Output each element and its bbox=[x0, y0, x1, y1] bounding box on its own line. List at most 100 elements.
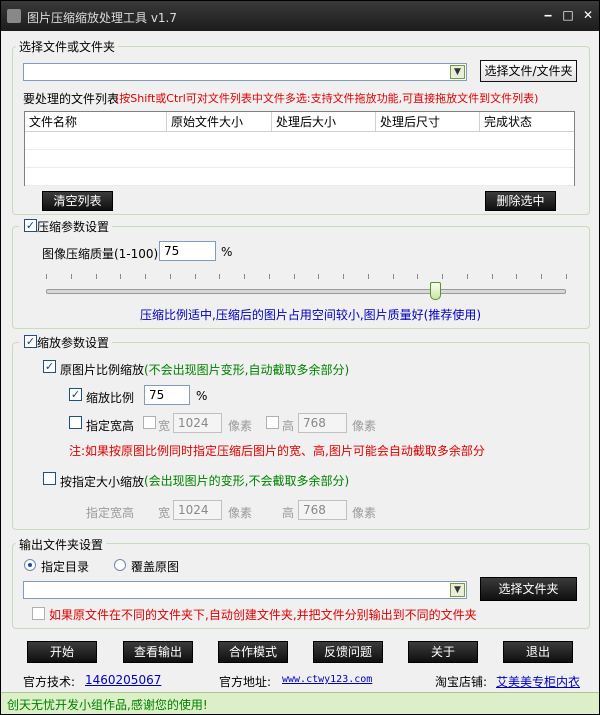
size-height-label: 高 bbox=[282, 506, 295, 520]
scale-enable-checkbox[interactable]: ✓ bbox=[24, 335, 37, 348]
ratio-input[interactable]: 75 bbox=[144, 385, 190, 405]
quality-slider-track[interactable] bbox=[46, 289, 566, 294]
radio-overwrite[interactable] bbox=[114, 559, 126, 571]
quality-slider-thumb[interactable] bbox=[429, 282, 441, 300]
scale-note: 注:如果按原图比例同时指定压缩后图片的宽、高,图片可能会自动截取多余部分 bbox=[69, 444, 485, 458]
start-button[interactable]: 开始 bbox=[27, 641, 97, 663]
ratio-label[interactable]: 缩放比例 bbox=[86, 389, 134, 406]
feedback-button[interactable]: 反馈问题 bbox=[313, 641, 383, 663]
slider-tick bbox=[268, 274, 270, 279]
height-input[interactable]: 768 bbox=[298, 413, 347, 433]
view-output-button[interactable]: 查看输出 bbox=[123, 641, 193, 663]
size-mode-hint: (会出现图片的变形,不会截取多余部分) bbox=[144, 474, 350, 488]
slider-tick bbox=[367, 274, 369, 279]
select-file-button[interactable]: 选择文件/文件夹 bbox=[480, 60, 577, 82]
radio-dir-label[interactable]: 指定目录 bbox=[41, 558, 89, 575]
cooperation-button[interactable]: 合作模式 bbox=[218, 641, 288, 663]
output-path-combo[interactable]: ▼ bbox=[23, 581, 467, 599]
table-row[interactable] bbox=[25, 168, 574, 186]
compress-enable-checkbox[interactable]: ✓ bbox=[24, 219, 37, 232]
slider-tick bbox=[541, 274, 543, 279]
width-checkbox[interactable] bbox=[143, 416, 156, 429]
site-link[interactable]: www.ctwy123.com bbox=[282, 674, 372, 685]
chevron-down-icon[interactable]: ▼ bbox=[450, 583, 465, 597]
app-window: 图片压缩缩放处理工具 v1.7 ‒ □ ✕ 选择文件或文件夹 ▼ 选择文件/文件… bbox=[0, 0, 600, 715]
size-mode-label[interactable]: 按指定大小缩放 bbox=[60, 473, 144, 490]
size-height-input[interactable]: 768 bbox=[298, 500, 347, 520]
shop-label: 淘宝店铺: bbox=[435, 675, 488, 689]
height-checkbox[interactable] bbox=[266, 416, 279, 429]
window-title: 图片压缩缩放处理工具 v1.7 bbox=[27, 11, 178, 25]
radio-dir[interactable] bbox=[24, 559, 36, 571]
ratio-percent: % bbox=[196, 389, 208, 403]
slider-tick bbox=[145, 274, 147, 279]
column-header[interactable]: 处理后大小 bbox=[272, 112, 376, 132]
wh-label[interactable]: 指定宽高 bbox=[86, 417, 134, 434]
clear-list-button[interactable]: 清空列表 bbox=[42, 191, 113, 211]
support-label: 官方技术: bbox=[23, 675, 76, 689]
ratio-mode-checkbox[interactable]: ✓ bbox=[43, 360, 56, 373]
column-header[interactable]: 原始文件大小 bbox=[167, 112, 272, 132]
support-link[interactable]: 1460205067 bbox=[85, 673, 161, 687]
table-row[interactable] bbox=[25, 150, 574, 168]
radio-overwrite-label[interactable]: 覆盖原图 bbox=[131, 558, 179, 575]
file-group-label: 选择文件或文件夹 bbox=[16, 38, 119, 55]
minimize-button[interactable]: ‒ bbox=[541, 8, 555, 22]
table-header: 文件名称 原始文件大小 处理后大小 处理后尺寸 完成状态 bbox=[25, 112, 574, 132]
size-width-unit: 像素 bbox=[228, 506, 253, 520]
column-header[interactable]: 完成状态 bbox=[480, 112, 574, 132]
slider-tick bbox=[392, 274, 394, 279]
slider-tick bbox=[244, 274, 246, 279]
slider-tick bbox=[466, 274, 468, 279]
size-height-unit: 像素 bbox=[352, 506, 377, 520]
width-unit: 像素 bbox=[228, 419, 253, 433]
width-label: 宽 bbox=[158, 419, 171, 433]
select-folder-button[interactable]: 选择文件夹 bbox=[480, 577, 577, 601]
size-width-input[interactable]: 1024 bbox=[173, 500, 222, 520]
column-header[interactable]: 处理后尺寸 bbox=[376, 112, 480, 132]
slider-tick bbox=[194, 274, 196, 279]
quality-label: 图像压缩质量(1-100): bbox=[42, 247, 163, 261]
separate-folders-label[interactable]: 如果原文件在不同的文件夹下,自动创建文件夹,并把文件分别输出到不同的文件夹 bbox=[49, 606, 477, 623]
slider-tick bbox=[169, 274, 171, 279]
slider-tick bbox=[343, 274, 345, 279]
ratio-mode-label[interactable]: 原图片比例缩放 bbox=[60, 361, 144, 378]
size-width-label: 宽 bbox=[158, 506, 171, 520]
height-label: 高 bbox=[282, 419, 295, 433]
file-list-table[interactable]: 文件名称 原始文件大小 处理后大小 处理后尺寸 完成状态 bbox=[24, 111, 575, 186]
app-icon bbox=[7, 9, 21, 23]
chevron-down-icon[interactable]: ▼ bbox=[450, 65, 465, 79]
ratio-checkbox[interactable]: ✓ bbox=[69, 388, 82, 401]
exit-button[interactable]: 退出 bbox=[503, 641, 573, 663]
shop-link[interactable]: 艾美美专柜内衣 bbox=[496, 673, 580, 690]
slider-tick bbox=[46, 274, 47, 279]
slider-tick bbox=[318, 274, 320, 279]
slider-tick bbox=[566, 274, 567, 279]
close-button[interactable]: ✕ bbox=[581, 8, 595, 22]
about-button[interactable]: 关于 bbox=[408, 641, 478, 663]
compress-hint: 压缩比例适中,压缩后的图片占用空间较小,图片质量好(推荐使用) bbox=[140, 308, 481, 322]
size-wh-label: 指定宽高 bbox=[86, 506, 135, 520]
width-input[interactable]: 1024 bbox=[173, 413, 222, 433]
table-row[interactable] bbox=[25, 132, 574, 150]
slider-tick bbox=[491, 274, 493, 279]
file-path-combo[interactable]: ▼ bbox=[23, 63, 467, 81]
slider-tick bbox=[293, 274, 295, 279]
status-text: 创天无忧开发小组作品,感谢您的使用! bbox=[7, 698, 208, 712]
separate-folders-checkbox[interactable] bbox=[32, 607, 45, 620]
quality-percent: % bbox=[221, 245, 233, 259]
size-mode-checkbox[interactable] bbox=[43, 472, 56, 485]
column-header[interactable]: 文件名称 bbox=[25, 112, 167, 132]
title-bar: 图片压缩缩放处理工具 v1.7 ‒ □ ✕ bbox=[1, 1, 599, 31]
slider-tick bbox=[70, 274, 72, 279]
slider-tick bbox=[516, 274, 518, 279]
wh-checkbox[interactable] bbox=[69, 416, 82, 429]
ratio-mode-hint: (不会出现图片变形,自动截取多余部分) bbox=[144, 363, 350, 377]
maximize-button[interactable]: □ bbox=[561, 8, 575, 22]
slider-tick bbox=[120, 274, 122, 279]
site-label: 官方地址: bbox=[219, 675, 272, 689]
slider-tick bbox=[442, 274, 444, 279]
slider-tick bbox=[95, 274, 97, 279]
quality-input[interactable]: 75 bbox=[159, 241, 216, 261]
delete-selected-button[interactable]: 删除选中 bbox=[485, 191, 556, 211]
